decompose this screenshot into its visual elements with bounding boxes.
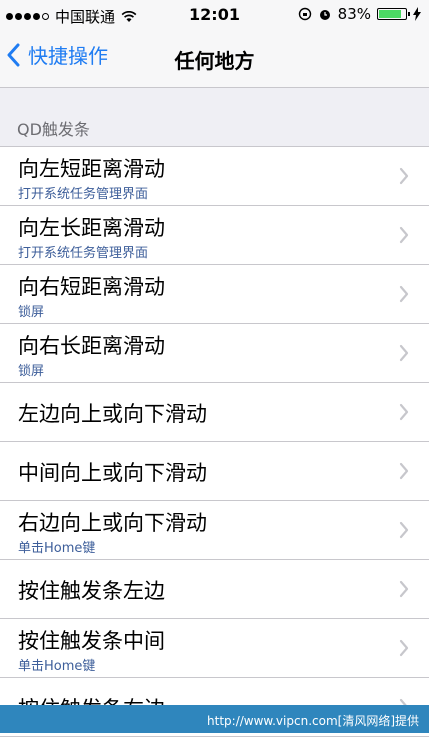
list-item-subtitle: 单击Home键 xyxy=(18,659,96,674)
battery-percent: 83% xyxy=(337,5,371,23)
list-item-title: 向右短距离滑动 xyxy=(18,275,165,299)
chevron-right-icon xyxy=(399,167,409,185)
status-right: 83% xyxy=(298,5,421,23)
list-item[interactable]: 按住触发条中间单击Home键 xyxy=(0,619,429,678)
battery-fill xyxy=(379,10,401,18)
charging-icon xyxy=(413,7,421,21)
chevron-right-icon xyxy=(399,403,409,421)
list-item[interactable]: 中间向上或向下滑动 xyxy=(0,442,429,501)
list-item[interactable]: 右边向上或向下滑动单击Home键 xyxy=(0,501,429,560)
list-item-subtitle: 锁屏 xyxy=(18,305,45,320)
list-item[interactable]: 向右短距离滑动 锁屏 xyxy=(0,265,429,324)
status-bar: 中国联通 12:01 83% xyxy=(0,0,429,30)
list-item-title: 按住触发条左边 xyxy=(18,579,165,603)
chevron-right-icon xyxy=(399,226,409,244)
list-item-title: 向右长距离滑动 xyxy=(18,334,165,358)
list-item-subtitle: 打开系统任务管理界面 xyxy=(18,246,149,261)
list-item[interactable]: 按住触发条左边 xyxy=(0,560,429,619)
list-item[interactable]: 左边向上或向下滑动 xyxy=(0,383,429,442)
list-item-title: 向左长距离滑动 xyxy=(18,216,165,240)
chevron-right-icon xyxy=(399,285,409,303)
section-header-label: QD触发条 xyxy=(17,120,90,139)
alarm-icon xyxy=(319,10,330,20)
list-item[interactable]: 向左长距离滑动打开系统任务管理界面 xyxy=(0,206,429,265)
list-item-subtitle: 单击Home键 xyxy=(18,541,96,556)
watermark-text: http://www.vipcn.com[清风网络]提供 xyxy=(207,714,419,728)
watermark-bar: http://www.vipcn.com[清风网络]提供 xyxy=(0,705,429,733)
chevron-right-icon xyxy=(399,521,409,539)
list-item-title: 向左短距离滑动 xyxy=(18,157,165,181)
chevron-right-icon xyxy=(399,639,409,657)
list-item[interactable]: 向左短距离滑动打开系统任务管理界面 xyxy=(0,147,429,206)
list-item-subtitle: 打开系统任务管理界面 xyxy=(18,187,149,202)
page-title: 任何地方 xyxy=(174,49,255,73)
list-item-title: 按住触发条中间 xyxy=(18,629,165,653)
list-item-subtitle: 锁屏 xyxy=(18,364,45,379)
chevron-right-icon xyxy=(399,344,409,362)
list-item-title: 右边向上或向下滑动 xyxy=(18,511,207,535)
gesture-list: 向左短距离滑动 打开系统任务管理界面 向左长距离滑动 打开系统任务管理界面 向右短距离滑… xyxy=(0,146,429,737)
list-item[interactable]: 向右长距离滑动 锁屏 xyxy=(0,324,429,383)
navigation-bar: 快捷操作 任何地方 xyxy=(0,30,429,88)
chevron-right-icon xyxy=(399,580,409,598)
rotation-lock-icon xyxy=(298,7,311,21)
chevron-right-icon xyxy=(399,462,409,480)
list-item-title: 中间向上或向下滑动 xyxy=(18,461,207,485)
section-header: QD触发条 xyxy=(0,88,429,146)
battery-icon xyxy=(377,8,410,20)
list-item-title: 左边向上或向下滑动 xyxy=(18,402,207,426)
